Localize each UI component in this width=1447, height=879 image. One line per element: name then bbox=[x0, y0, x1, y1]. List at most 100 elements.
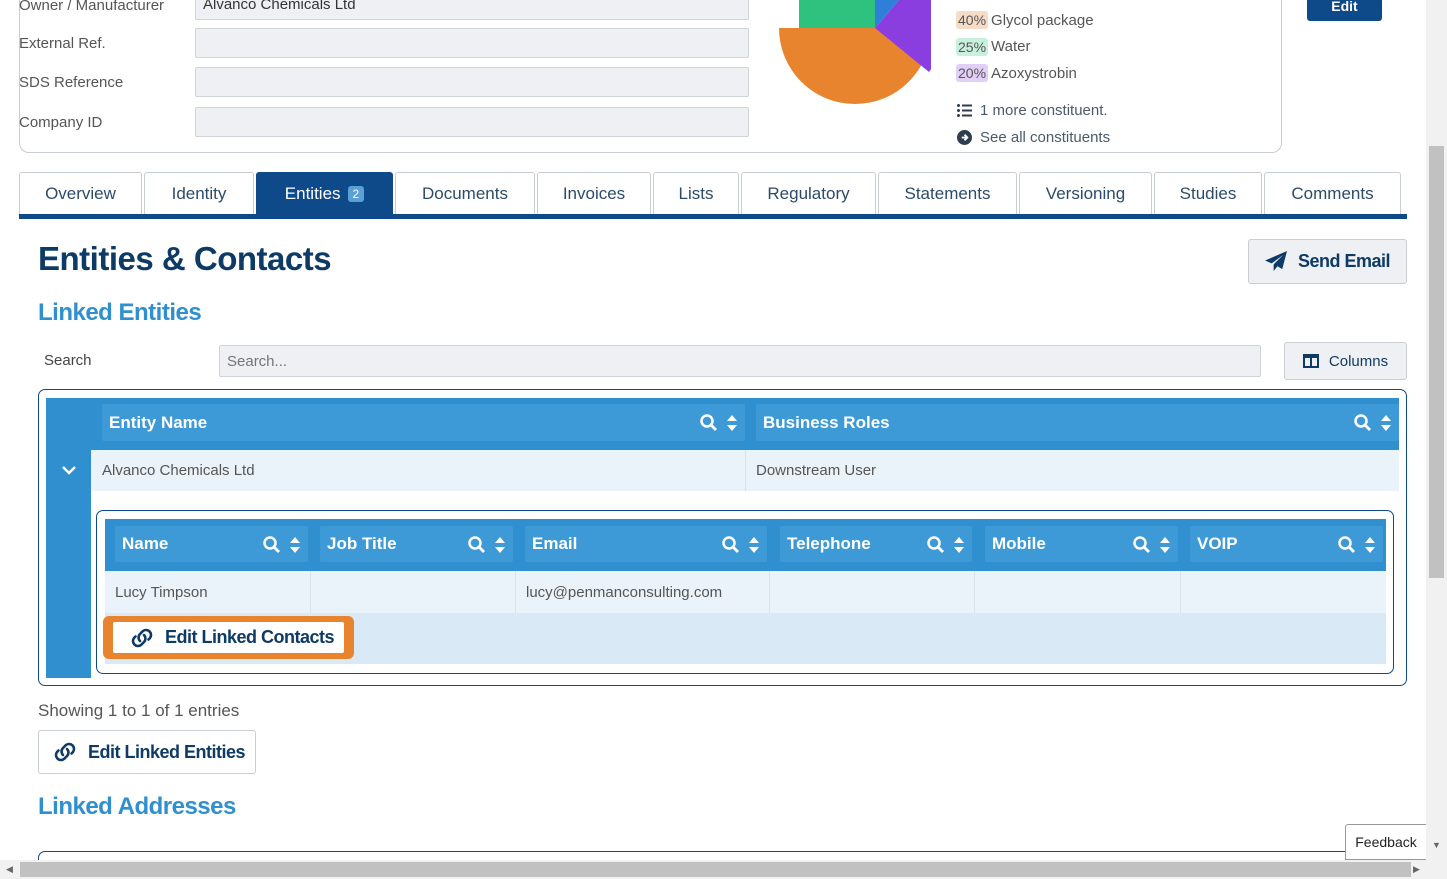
tab-versioning[interactable]: Versioning bbox=[1019, 172, 1152, 215]
column-header-business-roles[interactable]: Business Roles bbox=[756, 404, 1399, 441]
field-label: SDS Reference bbox=[19, 73, 124, 91]
scroll-left-arrow-icon[interactable]: ◀ bbox=[6, 864, 13, 875]
owner-input[interactable]: Alvanco Chemicals Ltd bbox=[195, 0, 749, 20]
scroll-down-arrow-icon[interactable]: ▼ bbox=[1432, 840, 1441, 850]
sort-icon[interactable] bbox=[954, 536, 964, 553]
vertical-scroll-thumb[interactable] bbox=[1429, 146, 1444, 578]
column-header-job-title[interactable]: Job Title bbox=[320, 526, 513, 562]
contact-name-cell: Lucy Timpson bbox=[115, 583, 208, 601]
tab-label: Identity bbox=[171, 184, 227, 203]
tab-documents[interactable]: Documents bbox=[395, 172, 535, 215]
entities-table-header: Entity Name Business Roles bbox=[91, 398, 1399, 450]
email-cell[interactable]: lucy@penmanconsulting.com bbox=[526, 571, 722, 613]
search-icon[interactable] bbox=[1354, 414, 1371, 431]
tab-label: Entities bbox=[284, 184, 341, 203]
table-info: Showing 1 to 1 of 1 entries bbox=[38, 701, 240, 720]
table-row[interactable]: Lucy Timpson lucy@penmanconsulting.com bbox=[105, 571, 1386, 613]
column-header-telephone[interactable]: Telephone bbox=[780, 526, 972, 562]
arrow-circle-right-icon bbox=[956, 129, 972, 145]
more-constituents-link[interactable]: 1 more constituent. bbox=[956, 97, 1110, 124]
field-sds-reference: SDS Reference bbox=[19, 67, 749, 97]
send-email-button[interactable]: Send Email bbox=[1248, 239, 1407, 284]
columns-button[interactable]: Columns bbox=[1284, 342, 1407, 380]
search-input[interactable] bbox=[219, 345, 1261, 377]
sort-icon[interactable] bbox=[1381, 414, 1391, 431]
collapse-row-button[interactable] bbox=[46, 450, 91, 491]
tab-bar: Overview Identity Entities 2 Documents In… bbox=[19, 172, 1403, 215]
search-icon[interactable] bbox=[722, 536, 739, 553]
column-header-email[interactable]: Email bbox=[525, 526, 767, 562]
feedback-button[interactable]: Feedback bbox=[1345, 824, 1426, 860]
tab-entities[interactable]: Entities 2 bbox=[256, 172, 393, 215]
sds-reference-input[interactable] bbox=[195, 67, 749, 97]
tab-identity[interactable]: Identity bbox=[144, 172, 254, 215]
link-icon bbox=[131, 628, 153, 647]
column-header-label: Business Roles bbox=[763, 412, 890, 432]
tab-label: Lists bbox=[678, 184, 714, 203]
edit-linked-entities-button[interactable]: Edit Linked Entities bbox=[38, 730, 256, 774]
horizontal-scroll-thumb[interactable] bbox=[20, 862, 1411, 877]
tab-regulatory[interactable]: Regulatory bbox=[741, 172, 876, 215]
tab-studies[interactable]: Studies bbox=[1154, 172, 1262, 215]
cell-divider bbox=[1180, 571, 1181, 613]
tab-label: Documents bbox=[422, 184, 508, 203]
sort-icon[interactable] bbox=[749, 536, 759, 553]
send-email-label: Send Email bbox=[1297, 251, 1391, 271]
chevron-down-icon bbox=[61, 466, 76, 475]
search-label: Search bbox=[44, 352, 92, 369]
constituent-name: Water bbox=[991, 38, 1031, 56]
page: Owner / Manufacturer Alvanco Chemicals L… bbox=[0, 0, 1447, 879]
edit-linked-contacts-button[interactable]: Edit Linked Contacts bbox=[113, 622, 344, 653]
edit-details-button[interactable]: Edit bbox=[1307, 0, 1382, 21]
sort-icon[interactable] bbox=[495, 536, 505, 553]
entities-count-badge: 2 bbox=[347, 186, 365, 202]
tab-label: Statements bbox=[904, 184, 991, 203]
paper-plane-icon bbox=[1265, 251, 1287, 272]
constituent-pct: 40% bbox=[956, 11, 989, 30]
field-label: External Ref. bbox=[19, 34, 106, 52]
table-row[interactable]: Alvanco Chemicals Ltd Downstream User bbox=[91, 450, 1399, 491]
cell-divider bbox=[310, 571, 311, 613]
sort-icon[interactable] bbox=[1160, 536, 1170, 553]
tab-label: Invoices bbox=[562, 184, 626, 203]
see-all-constituents-label: See all constituents bbox=[980, 128, 1111, 146]
external-ref-input[interactable] bbox=[195, 28, 749, 58]
column-header-voip[interactable]: VOIP bbox=[1190, 526, 1383, 562]
see-all-constituents-link[interactable]: See all constituents bbox=[956, 124, 1110, 151]
column-header-entity-name[interactable]: Entity Name bbox=[102, 404, 745, 441]
column-header-name[interactable]: Name bbox=[115, 526, 308, 562]
tab-statements[interactable]: Statements bbox=[878, 172, 1017, 215]
search-icon[interactable] bbox=[1338, 536, 1355, 553]
column-header-mobile[interactable]: Mobile bbox=[985, 526, 1178, 562]
tab-label: Overview bbox=[45, 184, 116, 203]
sort-icon[interactable] bbox=[1365, 536, 1375, 553]
search-icon[interactable] bbox=[1133, 536, 1150, 553]
sort-icon[interactable] bbox=[290, 536, 300, 553]
tab-overview[interactable]: Overview bbox=[19, 172, 142, 215]
entity-name-cell: Alvanco Chemicals Ltd bbox=[102, 462, 255, 479]
tab-invoices[interactable]: Invoices bbox=[537, 172, 651, 215]
tab-lists[interactable]: Lists bbox=[653, 172, 739, 215]
field-label: Owner / Manufacturer bbox=[19, 0, 165, 14]
column-header-label: Name bbox=[122, 534, 169, 553]
search-icon[interactable] bbox=[700, 414, 717, 431]
constituent-pct: 20% bbox=[956, 64, 989, 83]
scroll-right-arrow-icon[interactable]: ▶ bbox=[1413, 864, 1420, 875]
sort-icon[interactable] bbox=[727, 414, 737, 431]
tab-comments[interactable]: Comments bbox=[1264, 172, 1401, 215]
business-roles-cell: Downstream User bbox=[756, 462, 877, 479]
linked-entities-heading: Linked Entities bbox=[38, 299, 202, 326]
field-owner: Owner / Manufacturer Alvanco Chemicals L… bbox=[19, 0, 749, 20]
company-id-input[interactable] bbox=[195, 107, 749, 137]
search-icon[interactable] bbox=[468, 536, 485, 553]
constituent-item: 20% Azoxystrobin bbox=[956, 60, 1110, 87]
cell-divider bbox=[974, 571, 975, 613]
column-header-label: Email bbox=[532, 534, 578, 553]
expander-column bbox=[46, 398, 91, 678]
tab-label: Comments bbox=[1291, 184, 1374, 203]
edit-linked-contacts-highlight: Edit Linked Contacts bbox=[103, 616, 354, 659]
edit-linked-entities-label: Edit Linked Entities bbox=[88, 741, 246, 762]
search-icon[interactable] bbox=[927, 536, 944, 553]
columns-icon bbox=[1302, 354, 1319, 368]
search-icon[interactable] bbox=[263, 536, 280, 553]
